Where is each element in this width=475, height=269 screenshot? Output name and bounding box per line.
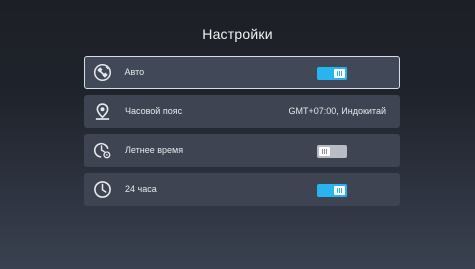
clock-icon	[94, 181, 111, 198]
toggle-knob	[333, 68, 345, 78]
setting-auto[interactable]: Авто	[84, 56, 400, 89]
setting-dst[interactable]: Летнее время	[84, 134, 400, 167]
setting-dst-label: Летнее время	[125, 145, 184, 155]
setting-timezone-label: Часовой пояс	[125, 106, 183, 116]
settings-screen: Настройки Авто Часовой пояс GMT+07:00, И…	[0, 0, 475, 269]
dst-toggle[interactable]	[317, 145, 347, 158]
toggle-knob	[334, 186, 345, 195]
setting-24h-label: 24 часа	[125, 184, 157, 194]
setting-auto-label: Авто	[124, 67, 145, 77]
setting-24h[interactable]: 24 часа	[84, 173, 400, 206]
satellite-icon	[93, 63, 111, 81]
24h-toggle[interactable]	[317, 184, 347, 197]
page-title: Настройки	[202, 26, 273, 42]
clock-gear-icon	[93, 142, 111, 159]
setting-timezone[interactable]: Часовой пояс GMT+07:00, Индокитай	[84, 95, 400, 128]
toggle-knob	[319, 147, 330, 156]
location-pin-icon	[95, 103, 110, 120]
auto-toggle[interactable]	[316, 66, 347, 80]
timezone-value: GMT+07:00, Индокитай	[288, 106, 387, 116]
